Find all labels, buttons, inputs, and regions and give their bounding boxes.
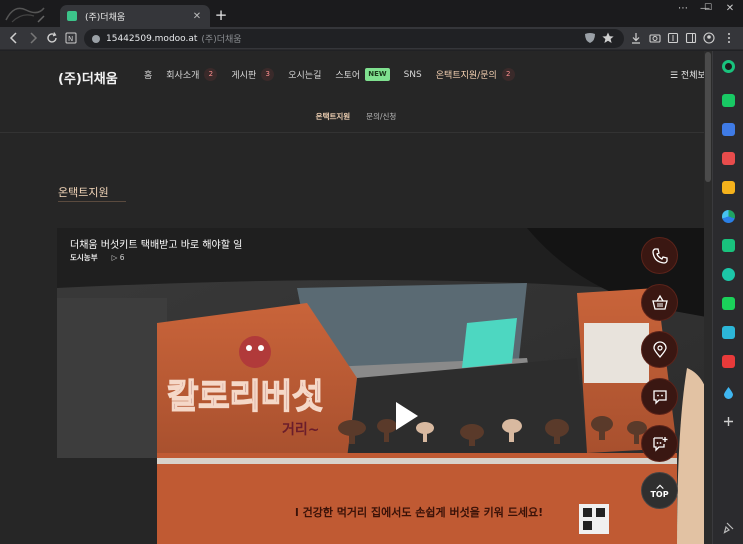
back-icon[interactable] (6, 30, 22, 46)
nav-label: 게시판 (231, 71, 257, 81)
scrollbar-thumb[interactable] (705, 52, 711, 182)
nav-label: 스토어 (335, 71, 361, 81)
sidebar-app-circle-icon[interactable] (722, 60, 735, 73)
shield-icon[interactable] (583, 31, 597, 45)
video-views: ▷ 6 (111, 253, 125, 262)
map-pin-icon (652, 340, 667, 358)
maximize-button[interactable]: ☐ (697, 3, 719, 13)
video-player[interactable]: 칼로리버섯 거리~ l 건강한 먹거리 집에서도 손쉽게 버섯을 키워 드세요!… (57, 228, 712, 544)
nav-item-store[interactable]: 스토어 NEW (335, 68, 390, 81)
close-window-button[interactable]: ✕ (719, 3, 741, 14)
section-title: 온택트지원 (58, 186, 109, 199)
nav-badge: 2 (501, 68, 515, 81)
decorative-swirl-icon (5, 7, 45, 23)
camera-icon[interactable] (648, 31, 662, 45)
video-title[interactable]: 더채움 버섯키트 택배받고 바로 해야할 일 (70, 236, 242, 251)
svg-text:l 건강한 먹거리 집에서도 손쉽게 버섯을 키워 드세요!: l 건강한 먹거리 집에서도 손쉽게 버섯을 키워 드세요! (295, 505, 543, 519)
tab-search-icon[interactable]: ⋯ (672, 3, 694, 14)
nav-label: 홈 (144, 71, 153, 81)
sidebar-pin-icon[interactable] (722, 519, 735, 534)
subnav-item-inquiry[interactable]: 문의/신청 (366, 111, 396, 122)
sidebar-play-icon[interactable] (722, 268, 735, 281)
nav-label: SNS (403, 69, 422, 80)
sidebar-now-icon[interactable] (722, 355, 735, 368)
site-header: (주)더채움 홈 회사소개 2 게시판 3 오시는길 스토어 NEW SNS 온택트지… (0, 51, 712, 133)
main-navigation: 홈 회사소개 2 게시판 3 오시는길 스토어 NEW SNS 온택트지원/문의 2 (144, 68, 529, 81)
sidebar-app-icon[interactable] (722, 326, 735, 339)
svg-text:칼로리버섯: 칼로리버섯 (167, 377, 323, 417)
browser-tab[interactable]: (주)더채움 ✕ (60, 5, 210, 27)
sidebar-star-icon[interactable] (722, 181, 735, 194)
video-author[interactable]: 도시농부 (70, 252, 98, 263)
nav-label: 오시는길 (288, 71, 322, 81)
new-tab-button[interactable]: + (213, 6, 229, 24)
sidebar-edge-icon[interactable] (722, 210, 735, 223)
video-meta: 도시농부 ▷ 6 (70, 252, 125, 263)
url-page-title: (주)더채움 (201, 35, 242, 45)
reload-icon[interactable] (44, 30, 60, 46)
close-tab-icon[interactable]: ✕ (191, 11, 203, 22)
web-page: (주)더채움 홈 회사소개 2 게시판 3 오시는길 스토어 NEW SNS 온택트지… (0, 51, 712, 544)
section-divider (58, 201, 126, 202)
reader-icon[interactable]: N (63, 30, 79, 46)
basket-icon (651, 294, 668, 310)
browser-toolbar: N 15442509.modoo.at (주)더채움 (0, 27, 743, 50)
nav-badge: 2 (204, 68, 218, 81)
sidebar-webtoon-icon[interactable] (722, 297, 735, 310)
bookmark-star-icon[interactable] (601, 31, 615, 45)
nav-label: 회사소개 (166, 71, 200, 81)
site-brand[interactable]: (주)더채움 (58, 68, 118, 87)
nav-item-ontact[interactable]: 온택트지원/문의 2 (436, 68, 515, 81)
phone-icon (651, 247, 668, 264)
nav-item-home[interactable]: 홈 (144, 68, 152, 81)
sidebar-drop-icon[interactable] (722, 384, 735, 399)
add-talk-button[interactable] (641, 425, 678, 462)
sidebar-calendar-icon[interactable] (722, 123, 735, 136)
chat-icon (652, 389, 667, 405)
chat-add-icon (652, 436, 667, 452)
profile-icon[interactable] (702, 31, 716, 45)
nav-item-about[interactable]: 회사소개 2 (166, 68, 218, 81)
address-bar[interactable]: 15442509.modoo.at (주)더채움 (84, 29, 624, 48)
call-button[interactable] (641, 237, 678, 274)
svg-text:N: N (68, 35, 73, 43)
tab-title: (주)더채움 (85, 12, 126, 23)
play-icon[interactable] (387, 398, 423, 434)
nav-badge: 3 (261, 68, 275, 81)
forward-icon[interactable] (25, 30, 41, 46)
svg-text:거리~: 거리~ (282, 422, 320, 438)
nav-label: 온택트지원/문의 (435, 71, 497, 81)
store-button[interactable] (641, 284, 678, 321)
tab-strip: (주)더채움 ✕ + ⋯ — ☐ ✕ (0, 0, 743, 27)
video-thumbnail: 칼로리버섯 거리~ l 건강한 먹거리 집에서도 손쉽게 버섯을 키워 드세요! (57, 228, 712, 544)
talk-button[interactable] (641, 378, 678, 415)
nav-item-sns[interactable]: SNS (404, 70, 422, 80)
sidebar-add-icon[interactable] (722, 413, 735, 426)
scroll-top-button[interactable]: TOP (641, 472, 678, 509)
menu-more-icon[interactable] (722, 31, 736, 45)
site-favicon-icon (67, 11, 77, 21)
nav-item-directions[interactable]: 오시는길 (288, 68, 321, 81)
reading-list-icon[interactable] (666, 31, 680, 45)
sub-navigation: 온택트지원 문의/신청 (0, 111, 712, 122)
sidebar-mail-icon[interactable] (722, 152, 735, 165)
nav-item-board[interactable]: 게시판 3 (231, 68, 275, 81)
location-button[interactable] (641, 331, 678, 368)
sidebar-chat-icon[interactable] (722, 239, 735, 252)
site-info-icon[interactable] (92, 34, 100, 43)
top-label: TOP (650, 490, 669, 499)
url-host: 15442509.modoo.at (106, 33, 198, 44)
subnav-item-ontact[interactable]: 온택트지원 (316, 111, 351, 122)
download-icon[interactable] (629, 31, 643, 45)
sidebar-notification-icon[interactable] (722, 94, 735, 107)
new-badge: NEW (365, 68, 390, 81)
sidebar-toggle-icon[interactable] (684, 31, 698, 45)
browser-sidebar (712, 51, 743, 544)
